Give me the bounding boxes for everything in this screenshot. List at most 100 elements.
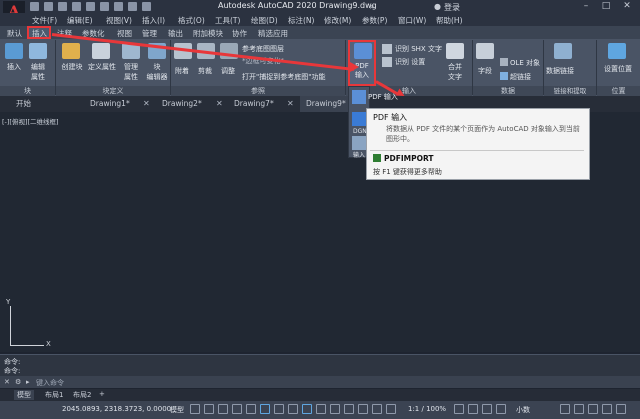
file-tab-drawing1[interactable]: Drawing1*: [84, 96, 148, 112]
field-icon[interactable]: [476, 43, 494, 59]
gizmo-icon[interactable]: [358, 404, 368, 414]
hardware-acceleration-icon[interactable]: [588, 404, 598, 414]
edit-attribute-label[interactable]: 编辑 属性: [26, 62, 50, 82]
share-icon[interactable]: [128, 2, 137, 11]
create-block-label[interactable]: 创建块: [57, 62, 87, 72]
model-space-button[interactable]: 模型: [170, 405, 184, 415]
menu-file[interactable]: 文件(F): [32, 15, 57, 26]
file-tab-drawing7[interactable]: Drawing7*: [228, 96, 292, 112]
layout-tab-model[interactable]: 模型: [14, 390, 34, 400]
define-attribute-label[interactable]: 定义属性: [86, 62, 118, 72]
tab-view[interactable]: 视图: [117, 28, 132, 39]
login-link[interactable]: 登录: [444, 2, 460, 13]
menu-window[interactable]: 窗口(W): [398, 15, 426, 26]
tab-output[interactable]: 输出: [168, 28, 183, 39]
manage-attributes-label[interactable]: 管理 属性: [118, 62, 144, 82]
hyperlink-icon[interactable]: [500, 72, 508, 80]
undo-icon[interactable]: [100, 2, 109, 11]
open-file-icon[interactable]: [44, 2, 53, 11]
clean-screen-icon[interactable]: [602, 404, 612, 414]
hyperlink-button[interactable]: 超链接: [510, 72, 531, 82]
set-location-icon[interactable]: [608, 43, 626, 59]
adjust-label[interactable]: 调整: [216, 66, 240, 76]
quick-properties-icon[interactable]: [496, 404, 506, 414]
clip-label[interactable]: 剪裁: [193, 66, 217, 76]
set-location-button[interactable]: 设置位置: [599, 64, 637, 74]
close-tab-icon[interactable]: ✕: [287, 96, 294, 112]
attach-label[interactable]: 附着: [170, 66, 194, 76]
annotation-monitor-icon[interactable]: [468, 404, 478, 414]
panel-footer-link-extract[interactable]: 链接和提取: [544, 86, 596, 96]
close-command-icon[interactable]: ✕: [4, 378, 10, 386]
annotation-scale[interactable]: 1:1 / 100%: [408, 405, 446, 413]
viewport-controls[interactable]: [-][俯视][二维线框]: [2, 116, 59, 126]
ole-object-button[interactable]: OLE 对象: [510, 58, 540, 68]
recognize-shx-text-button[interactable]: 识别 SHX 文字: [395, 44, 442, 54]
data-link-icon[interactable]: [554, 43, 572, 59]
auto-scale-icon[interactable]: [386, 404, 396, 414]
block-editor-label[interactable]: 块 编辑器: [142, 62, 172, 82]
merge-text-label[interactable]: 合并 文字: [441, 62, 469, 82]
customization-icon[interactable]: [616, 404, 626, 414]
menu-modify[interactable]: 修改(M): [324, 15, 351, 26]
insert-block-label[interactable]: 插入: [2, 62, 26, 72]
transparency-icon[interactable]: [330, 404, 340, 414]
underlay-layers-button[interactable]: 参考底图图层: [242, 44, 284, 54]
command-line[interactable]: [0, 376, 640, 388]
close-tab-icon[interactable]: ✕: [216, 96, 223, 112]
wrench-icon[interactable]: ⚙: [15, 378, 21, 386]
import-menu-icon[interactable]: [352, 136, 366, 150]
polar-icon[interactable]: [246, 404, 256, 414]
dgn-menu-icon[interactable]: [352, 112, 366, 126]
selection-filter-icon[interactable]: [344, 404, 354, 414]
layout-tab-layout1[interactable]: 布局1: [42, 390, 66, 400]
redo-icon[interactable]: [114, 2, 123, 11]
new-file-icon[interactable]: [30, 2, 39, 11]
menu-view[interactable]: 视图(V): [106, 15, 132, 26]
file-tab-drawing2[interactable]: Drawing2*: [156, 96, 220, 112]
define-attribute-icon[interactable]: [92, 43, 110, 59]
tab-manage[interactable]: 管理: [142, 28, 157, 39]
minimize-button[interactable]: –: [578, 1, 594, 12]
menu-insert[interactable]: 插入(I): [142, 15, 165, 26]
lock-ui-icon[interactable]: [560, 404, 570, 414]
edit-attribute-icon[interactable]: [29, 43, 47, 59]
dynamic-input-icon[interactable]: [218, 404, 228, 414]
tab-addins[interactable]: 附加模块: [193, 28, 223, 39]
tab-collaborate[interactable]: 协作: [232, 28, 247, 39]
panel-footer-data[interactable]: 数据: [473, 86, 543, 96]
import-menu-item[interactable]: 输入: [353, 150, 365, 159]
print-icon[interactable]: [86, 2, 95, 11]
menu-help[interactable]: 帮助(H): [436, 15, 463, 26]
panel-footer-block[interactable]: 块: [0, 86, 55, 96]
menu-tools[interactable]: 工具(T): [215, 15, 240, 26]
create-block-icon[interactable]: [62, 43, 80, 59]
pdf-menu-icon[interactable]: [352, 90, 366, 104]
units-display[interactable]: 小数: [516, 405, 530, 415]
isolate-objects-icon[interactable]: [574, 404, 584, 414]
panel-footer-location[interactable]: 位置: [597, 86, 640, 96]
save-as-icon[interactable]: [72, 2, 81, 11]
save-icon[interactable]: [58, 2, 67, 11]
otrack-icon[interactable]: [274, 404, 284, 414]
panel-footer-block-definition[interactable]: 块定义: [56, 86, 170, 96]
workspace-switch-icon[interactable]: [454, 404, 464, 414]
tab-featured-apps[interactable]: 精选应用: [258, 28, 288, 39]
field-label[interactable]: 字段: [472, 66, 498, 76]
close-button[interactable]: ✕: [619, 1, 635, 12]
search-icon[interactable]: ⌕: [370, 2, 374, 12]
menu-format[interactable]: 格式(O): [178, 15, 205, 26]
ortho-icon[interactable]: [232, 404, 242, 414]
layout-tab-layout2[interactable]: 布局2: [70, 390, 94, 400]
tab-insert[interactable]: 插入: [32, 28, 47, 39]
ole-object-icon[interactable]: [500, 58, 508, 66]
data-link-button[interactable]: 数据链接: [546, 66, 574, 76]
shx-text-icon[interactable]: [382, 44, 392, 54]
lineweight-icon[interactable]: [288, 404, 298, 414]
recognize-settings-button[interactable]: 识别 设置: [395, 57, 425, 67]
close-tab-icon[interactable]: ✕: [143, 96, 150, 112]
snap-icon[interactable]: [204, 404, 214, 414]
maximize-button[interactable]: □: [598, 1, 614, 12]
grid-icon[interactable]: [190, 404, 200, 414]
menu-draw[interactable]: 绘图(D): [251, 15, 278, 26]
